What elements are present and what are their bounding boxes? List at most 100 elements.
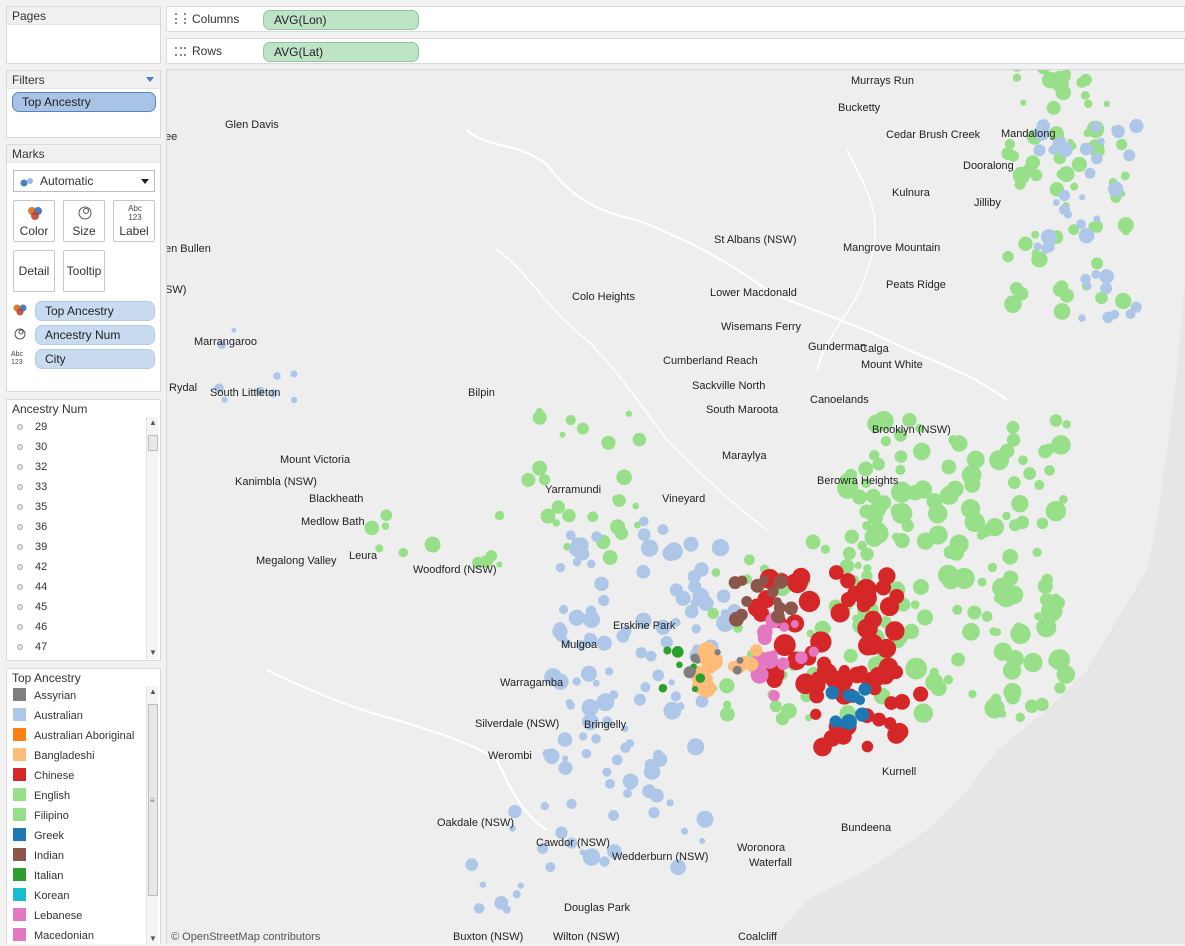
suburb-mark[interactable] xyxy=(1025,155,1040,170)
suburb-mark[interactable] xyxy=(741,595,753,607)
suburb-mark[interactable] xyxy=(1018,236,1033,252)
suburb-mark[interactable] xyxy=(666,799,674,807)
suburb-mark[interactable] xyxy=(736,656,744,664)
suburb-mark[interactable] xyxy=(769,650,778,659)
suburb-mark[interactable] xyxy=(1059,495,1068,504)
suburb-mark[interactable] xyxy=(566,798,577,810)
suburb-mark[interactable] xyxy=(910,600,920,610)
suburb-mark[interactable] xyxy=(1052,282,1068,297)
detail-button[interactable]: Detail xyxy=(13,250,55,292)
suburb-mark[interactable] xyxy=(565,415,576,426)
suburb-mark[interactable] xyxy=(1011,70,1023,72)
suburb-mark[interactable] xyxy=(768,690,780,702)
suburb-mark[interactable] xyxy=(941,459,957,475)
suburb-mark[interactable] xyxy=(558,604,569,615)
suburb-mark[interactable] xyxy=(985,518,1005,537)
legend-item[interactable]: English xyxy=(3,786,145,806)
suburb-mark[interactable] xyxy=(658,683,668,693)
suburb-mark[interactable] xyxy=(572,677,581,686)
suburb-mark[interactable] xyxy=(823,729,841,747)
suburb-mark[interactable] xyxy=(545,862,556,873)
suburb-mark[interactable] xyxy=(1076,77,1088,88)
suburb-mark[interactable] xyxy=(1078,227,1095,244)
suburb-mark[interactable] xyxy=(532,460,548,476)
suburb-mark[interactable] xyxy=(967,605,982,620)
legend-item[interactable]: Bangladeshi xyxy=(3,746,145,766)
suburb-mark[interactable] xyxy=(1012,73,1022,82)
suburb-mark[interactable] xyxy=(750,578,765,593)
suburb-mark[interactable] xyxy=(1053,303,1071,320)
suburb-mark[interactable] xyxy=(598,594,610,607)
suburb-mark[interactable] xyxy=(1080,91,1090,100)
suburb-mark[interactable] xyxy=(591,734,601,744)
suburb-mark[interactable] xyxy=(579,849,586,856)
suburb-mark[interactable] xyxy=(1125,309,1136,319)
suburb-mark[interactable] xyxy=(290,396,298,404)
suburb-mark[interactable] xyxy=(1120,171,1130,181)
suburb-mark[interactable] xyxy=(640,682,651,693)
suburb-mark[interactable] xyxy=(1010,623,1031,645)
suburb-mark[interactable] xyxy=(791,567,811,587)
suburb-mark[interactable] xyxy=(687,738,705,756)
suburb-mark[interactable] xyxy=(891,532,901,542)
suburb-mark[interactable] xyxy=(943,674,954,685)
suburb-mark[interactable] xyxy=(1078,314,1086,322)
suburb-mark[interactable] xyxy=(699,837,706,844)
suburb-mark[interactable] xyxy=(998,709,1007,718)
encoding-pill-ancestry-num[interactable]: Ancestry Num xyxy=(35,325,155,345)
suburb-mark[interactable] xyxy=(623,789,632,798)
suburb-mark[interactable] xyxy=(878,567,896,585)
suburb-mark[interactable] xyxy=(1002,250,1014,263)
suburb-mark[interactable] xyxy=(1103,100,1110,108)
suburb-mark[interactable] xyxy=(604,778,615,789)
suburb-mark[interactable] xyxy=(637,528,651,541)
suburb-mark[interactable] xyxy=(769,700,782,713)
suburb-mark[interactable] xyxy=(517,882,524,889)
suburb-mark[interactable] xyxy=(1062,420,1071,429)
suburb-mark[interactable] xyxy=(855,707,870,722)
suburb-mark[interactable] xyxy=(925,673,944,692)
suburb-mark[interactable] xyxy=(424,536,441,553)
suburb-mark[interactable] xyxy=(591,531,603,542)
suburb-mark[interactable] xyxy=(750,644,763,657)
suburb-mark[interactable] xyxy=(671,645,684,658)
suburb-mark[interactable] xyxy=(873,522,886,534)
suburb-mark[interactable] xyxy=(380,509,393,522)
suburb-mark[interactable] xyxy=(572,557,582,567)
suburb-mark[interactable] xyxy=(795,651,808,664)
suburb-mark[interactable] xyxy=(1076,219,1086,229)
suburb-mark[interactable] xyxy=(1097,137,1105,146)
suburb-mark[interactable] xyxy=(640,539,659,557)
suburb-mark[interactable] xyxy=(987,562,998,573)
suburb-mark[interactable] xyxy=(645,650,657,662)
suburb-mark[interactable] xyxy=(496,561,503,568)
suburb-mark[interactable] xyxy=(576,422,589,435)
ancestry-num-item[interactable]: 29 xyxy=(7,417,145,437)
suburb-mark[interactable] xyxy=(890,722,909,741)
suburb-mark[interactable] xyxy=(993,642,1013,661)
suburb-mark[interactable] xyxy=(1063,210,1073,219)
suburb-mark[interactable] xyxy=(1034,480,1045,491)
suburb-mark[interactable] xyxy=(596,635,612,651)
suburb-mark[interactable] xyxy=(847,585,863,602)
suburb-mark[interactable] xyxy=(604,667,614,676)
suburb-mark[interactable] xyxy=(701,656,719,674)
legend-item[interactable]: Filipino xyxy=(3,806,145,826)
suburb-mark[interactable] xyxy=(1014,178,1026,190)
suburb-mark[interactable] xyxy=(854,561,862,570)
suburb-mark[interactable] xyxy=(1033,144,1046,157)
suburb-mark[interactable] xyxy=(981,611,993,622)
suburb-mark[interactable] xyxy=(805,534,821,550)
suburb-mark[interactable] xyxy=(968,689,977,699)
ancestry-num-item[interactable]: 33 xyxy=(7,477,145,497)
suburb-mark[interactable] xyxy=(1032,547,1042,557)
columns-shelf[interactable]: Columns AVG(Lon) xyxy=(166,6,1185,32)
suburb-mark[interactable] xyxy=(616,469,632,486)
suburb-mark[interactable] xyxy=(964,511,985,533)
suburb-mark[interactable] xyxy=(779,622,789,632)
suburb-mark[interactable] xyxy=(555,562,566,573)
suburb-mark[interactable] xyxy=(1049,649,1071,671)
suburb-mark[interactable] xyxy=(913,703,934,723)
ancestry-num-scrollbar[interactable]: ▲ ▼ xyxy=(146,417,158,659)
suburb-mark[interactable] xyxy=(864,610,882,629)
